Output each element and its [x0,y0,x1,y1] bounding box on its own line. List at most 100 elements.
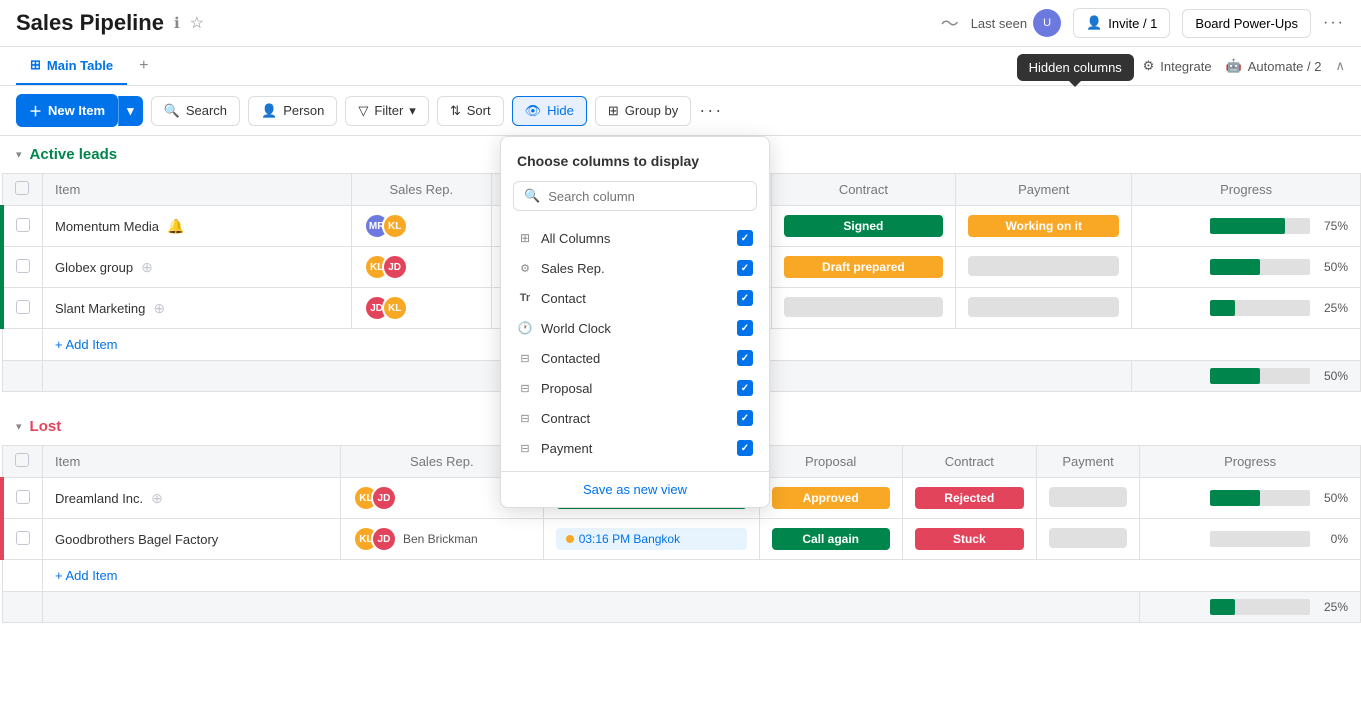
invite-button[interactable]: 👤 Invite / 1 [1073,8,1170,38]
automate-button[interactable]: 🤖 Automate / 2 [1226,58,1322,74]
app-header: Sales Pipeline ℹ ☆ 〜 Last seen U 👤 Invit… [0,0,1361,47]
contract-icon: ⊟ [517,410,533,426]
info-icon[interactable]: ℹ [174,14,180,32]
progress-label: 75% [1318,219,1348,233]
add-item-label[interactable]: + Add Item [43,560,1361,592]
progress-bar-bg [1210,259,1310,275]
sort-icon: ⇅ [450,103,461,119]
th-item: Item [43,446,341,478]
hide-btn-container: 👁 Hide Hidden columns [512,96,587,126]
column-search-container[interactable]: 🔍 [513,181,757,211]
group-by-button[interactable]: ⊞ Group by [595,96,691,126]
th-progress: Progress [1140,446,1361,478]
search-button[interactable]: 🔍 Search [151,96,240,126]
progress-cell: 50% [1132,247,1361,288]
avatar: KL [382,295,408,321]
proposal-checkbox[interactable] [737,380,753,396]
column-item-contract[interactable]: ⊟ Contract [505,403,765,433]
sort-button[interactable]: ⇅ Sort [437,96,504,126]
activity-icon[interactable]: 〜 [941,10,959,36]
automate-icon: 🤖 [1226,58,1242,74]
column-item-all-columns[interactable]: ⊞ All Columns [505,223,765,253]
collapse-icon[interactable]: ∧ [1335,58,1345,74]
contract-checkbox[interactable] [737,410,753,426]
header-more-button[interactable]: ··· [1323,14,1345,32]
add-notification-icon[interactable]: ⊕ [141,259,153,276]
progress-bar-bg [1210,599,1310,615]
avatar: JD [371,485,397,511]
th-checkbox[interactable] [2,174,43,206]
progress-label: 0% [1318,532,1348,546]
payment-cell [956,247,1132,288]
add-notification-icon[interactable]: 🔔 [167,218,184,235]
save-new-view-button[interactable]: Save as new view [501,471,769,507]
progress-bar-bg [1210,368,1310,384]
th-sales-rep: Sales Rep. [351,174,491,206]
toolbar-more-button[interactable]: ··· [699,100,723,121]
world-clock-icon: 🕐 [517,320,533,336]
tab-bar: ⊞ Main Table + ⚙ Integrate 🤖 Automate / … [0,47,1361,86]
th-contract: Contract [902,446,1036,478]
contact-name: Ben Brickman [403,532,478,546]
item-cell: Slant Marketing ⊕ [43,288,352,329]
add-notification-icon[interactable]: ⊕ [153,300,165,317]
all-columns-checkbox[interactable] [737,230,753,246]
status-badge: Working on it [968,215,1119,237]
world-clock-checkbox[interactable] [737,320,753,336]
add-tab-button[interactable]: + [131,49,156,83]
filter-button[interactable]: ▽ Filter ▾ [345,96,428,126]
add-item-row[interactable]: + Add Item [2,560,1361,592]
summary-row: 25% [2,592,1361,623]
row-checkbox[interactable] [2,247,43,288]
contacted-checkbox[interactable] [737,350,753,366]
integrate-icon: ⚙ [1143,58,1155,74]
status-badge: Signed [784,215,944,237]
contract-cell: Rejected [902,478,1036,519]
column-item-proposal[interactable]: ⊟ Proposal [505,373,765,403]
new-item-btn-group: ＋ New Item ▾ [16,94,143,127]
sales-rep-checkbox[interactable] [737,260,753,276]
row-checkbox[interactable] [2,478,43,519]
payment-checkbox[interactable] [737,440,753,456]
progress-label: 25% [1318,600,1348,614]
sales-rep-cell: KL JD [351,247,491,288]
tab-main-table[interactable]: ⊞ Main Table [16,47,127,85]
progress-bar-fill [1210,599,1235,615]
search-column-icon: 🔍 [524,188,540,204]
person-button[interactable]: 👤 Person [248,96,337,126]
sales-rep-cell: JD KL [351,288,491,329]
column-item-sales-rep[interactable]: ⚙ Sales Rep. [505,253,765,283]
column-item-contacted[interactable]: ⊟ Contacted [505,343,765,373]
integrate-button[interactable]: ⚙ Integrate [1143,58,1212,74]
toolbar: ＋ New Item ▾ 🔍 Search 👤 Person ▽ Filter … [0,86,1361,136]
th-checkbox[interactable] [2,446,43,478]
clock-time: 03:16 PM Bangkok [579,532,680,546]
new-item-button[interactable]: ＋ New Item [16,94,118,127]
row-checkbox[interactable] [2,206,43,247]
new-item-dropdown-button[interactable]: ▾ [118,96,143,126]
progress-cell: 50% [1140,478,1361,519]
contacted-icon: ⊟ [517,350,533,366]
column-item-world-clock[interactable]: 🕐 World Clock [505,313,765,343]
add-notification-icon[interactable]: ⊕ [151,490,163,507]
th-payment: Payment [956,174,1132,206]
column-item-contact[interactable]: Tr Contact [505,283,765,313]
column-item-payment[interactable]: ⊟ Payment [505,433,765,463]
app-title: Sales Pipeline [16,10,164,36]
row-checkbox[interactable] [2,519,43,560]
proposal-cell: Call again [759,519,902,560]
contact-checkbox[interactable] [737,290,753,306]
progress-bar-fill [1210,490,1260,506]
item-cell: Dreamland Inc. ⊕ [43,478,341,519]
header-right: 〜 Last seen U 👤 Invite / 1 Board Power-U… [941,8,1345,38]
power-ups-button[interactable]: Board Power-Ups [1182,9,1311,38]
hide-button[interactable]: 👁 Hide [512,96,587,126]
payment-cell [956,288,1132,329]
proposal-cell: Approved [759,478,902,519]
progress-bar-bg [1210,490,1310,506]
row-checkbox[interactable] [2,288,43,329]
item-cell: Momentum Media 🔔 [43,206,352,247]
progress-label: 25% [1318,301,1348,315]
star-icon[interactable]: ☆ [190,13,204,33]
column-search-input[interactable] [548,189,746,204]
